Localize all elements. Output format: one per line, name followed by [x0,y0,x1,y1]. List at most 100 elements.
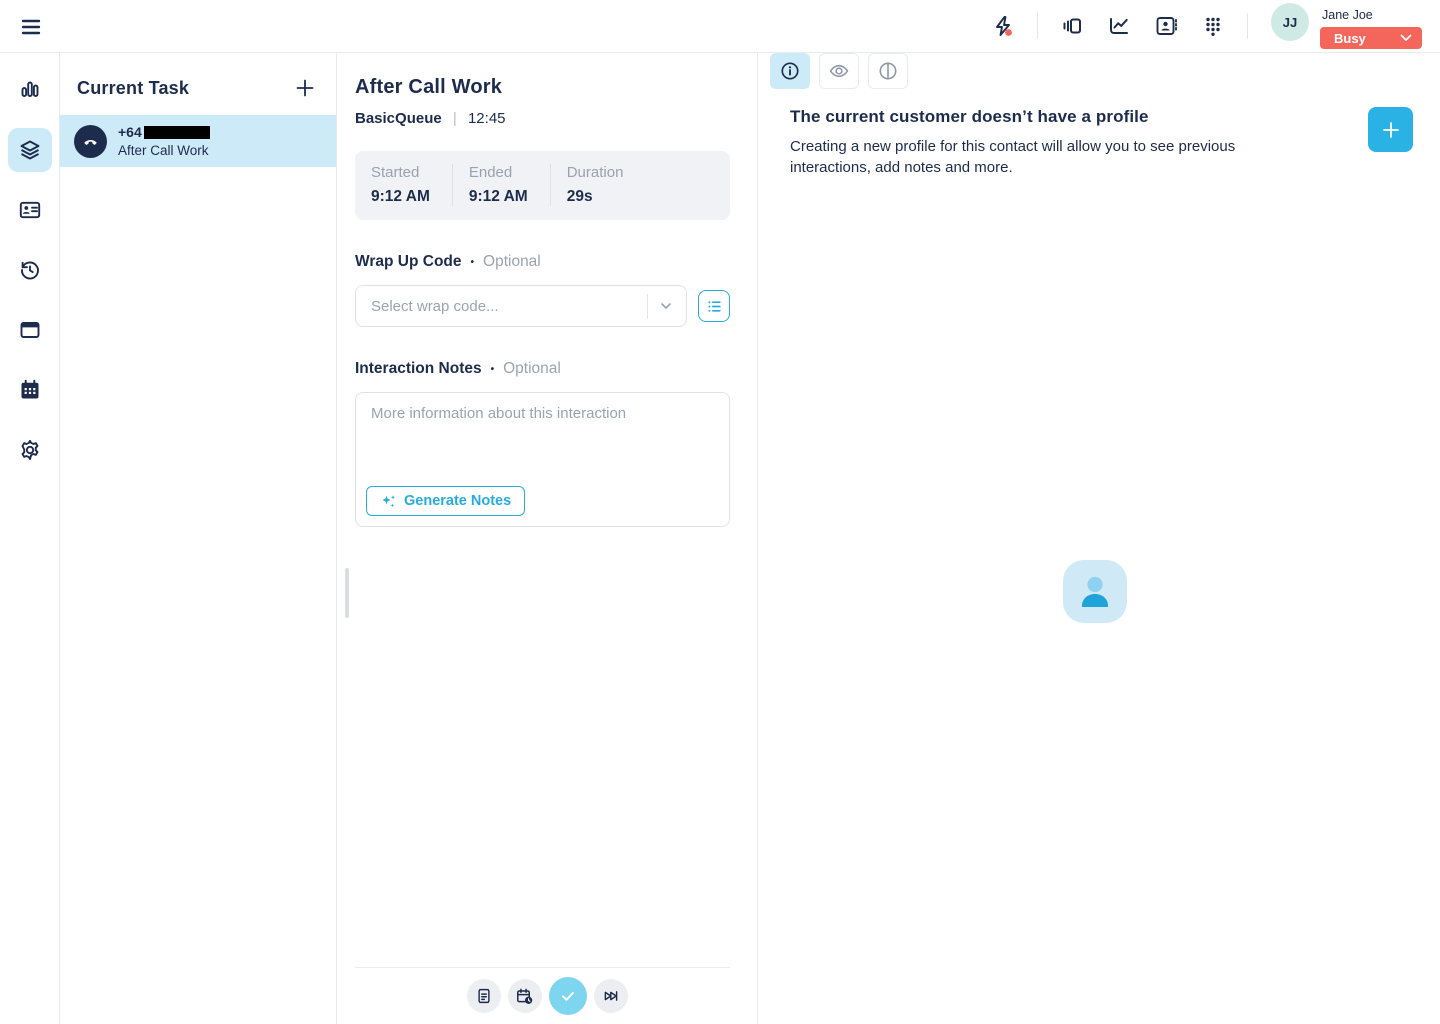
gear-icon [18,438,42,462]
person-icon [1063,560,1127,623]
footer-divider [355,967,730,968]
panels-icon [1060,14,1084,38]
lightning-icon [991,14,1015,38]
stat-started: Started 9:12 AM [355,164,452,206]
chevron-down-icon [658,298,674,314]
complete-task-button[interactable] [549,977,587,1015]
split-circle-icon [877,60,899,82]
contacts-button[interactable] [1153,13,1179,39]
nav-history[interactable] [8,248,52,292]
user-avatar[interactable]: JJ [1271,3,1309,41]
calendar-clock-icon [515,987,534,1006]
optional-label: Optional [483,253,541,271]
task-list-panel: Current Task +64 After Call Work [60,53,337,1024]
notification-dot [1005,29,1012,36]
nav-browser[interactable] [8,308,52,352]
call-stats-box: Started 9:12 AM Ended 9:12 AM Duration 2… [355,151,730,220]
nav-calendar[interactable] [8,368,52,412]
left-scrollbar-thumb[interactable] [345,568,349,618]
schedule-callback-button[interactable] [508,979,542,1013]
history-icon [18,258,42,282]
notes-document-button[interactable] [467,979,501,1013]
no-profile-text: The current customer doesn’t have a prof… [790,107,1260,178]
line-chart-icon [1107,14,1131,38]
panels-button[interactable] [1059,13,1085,39]
stat-value: 9:12 AM [469,188,528,206]
call-timer: 12:45 [468,110,506,127]
browser-window-icon [18,318,42,342]
bar-chart-icon [18,78,42,102]
eye-icon [828,60,850,82]
profile-tabs [758,53,1440,89]
task-state: After Call Work [118,143,210,158]
task-list-item[interactable]: +64 After Call Work [60,115,336,167]
stat-value: 29s [567,188,624,206]
list-icon [706,298,723,315]
no-profile-header: The current customer doesn’t have a prof… [758,89,1440,178]
analytics-button[interactable] [1106,13,1132,39]
optional-label: Optional [503,360,561,378]
topbar-divider [1037,13,1038,39]
user-name: Jane Joe [1322,8,1373,22]
document-icon [475,987,493,1005]
hamburger-menu-button[interactable] [18,14,43,39]
task-list-title: Current Task [77,78,189,99]
add-task-button[interactable] [293,76,317,100]
nav-tasks[interactable] [8,128,52,172]
hamburger-icon [19,15,43,39]
nav-metrics[interactable] [8,68,52,112]
chevron-down-icon [1400,34,1412,42]
bullet: • [471,257,475,268]
check-icon [559,987,577,1005]
profile-placeholder-avatar [1063,560,1127,623]
queue-info: BasicQueue | 12:45 [355,110,730,127]
nav-settings[interactable] [8,428,52,472]
status-label: Busy [1334,31,1400,46]
skip-button[interactable] [594,979,628,1013]
footer-action-buttons [337,977,757,1015]
address-book-icon [1154,14,1178,38]
wrap-up-code-list-button[interactable] [698,290,730,322]
task-phone-number: +64 [118,124,210,140]
stat-ended: Ended 9:12 AM [452,164,550,206]
select-divider [647,294,648,319]
stat-label: Started [371,164,430,181]
dialpad-button[interactable] [1200,13,1226,39]
queue-separator: | [453,110,457,127]
task-list-header: Current Task [60,53,336,100]
left-navigation-rail [0,53,60,1024]
generate-notes-button[interactable]: Generate Notes [366,486,525,516]
tab-compare[interactable] [868,53,908,89]
dialpad-icon [1201,14,1225,38]
no-profile-heading: The current customer doesn’t have a prof… [790,107,1260,127]
wrap-up-code-select[interactable]: Select wrap code... [355,285,687,327]
tab-info[interactable] [770,53,810,89]
task-text: +64 After Call Work [118,124,210,158]
sparkle-icon [380,493,397,510]
plus-icon [294,77,316,99]
phone-prefix: +64 [118,124,142,140]
stat-label: Ended [469,164,528,181]
skip-forward-icon [602,987,620,1005]
user-info: Jane Joe Busy [1320,3,1422,49]
panel-title: After Call Work [355,76,730,99]
nav-contacts[interactable] [8,188,52,232]
create-profile-button[interactable] [1368,107,1413,152]
interaction-notes-label-row: Interaction Notes • Optional [355,360,730,378]
wrap-up-code-label: Wrap Up Code [355,253,462,271]
interaction-notes-field: Generate Notes [355,392,730,527]
interaction-notes-input[interactable] [371,405,714,463]
tab-view[interactable] [819,53,859,89]
wrap-up-code-row: Select wrap code... [355,285,730,327]
no-profile-description: Creating a new profile for this contact … [790,136,1260,178]
layers-icon [18,138,42,162]
topbar-divider [1247,13,1248,39]
bullet: • [491,364,495,375]
quick-actions-button[interactable] [990,13,1016,39]
status-dropdown-button[interactable]: Busy [1320,27,1422,49]
user-chip: JJ Jane Joe Busy [1271,3,1422,49]
select-placeholder: Select wrap code... [371,298,647,315]
call-end-badge [74,125,107,158]
stat-value: 9:12 AM [371,188,430,206]
calendar-icon [18,378,42,402]
